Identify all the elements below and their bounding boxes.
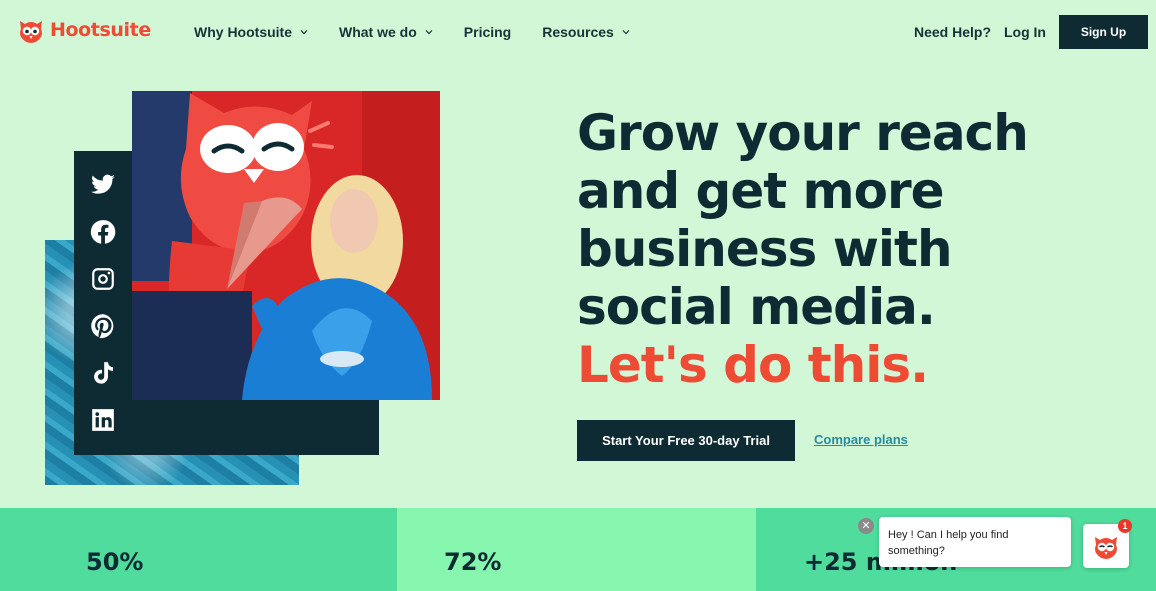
headline-line: social media.: [577, 278, 936, 336]
chat-message: Hey ! Can I help you find something?: [888, 529, 1009, 557]
main-menu: Why Hootsuite What we do Pricing Resourc…: [194, 24, 630, 40]
account-links: Need Help? Log In: [914, 24, 1046, 40]
owl-logo-icon: [20, 21, 42, 43]
menu-pricing[interactable]: Pricing: [464, 24, 511, 40]
pinterest-icon: [91, 314, 114, 339]
menu-why-hootsuite[interactable]: Why Hootsuite: [194, 24, 308, 40]
hero-illustration: [132, 91, 440, 400]
instagram-icon: [92, 268, 114, 290]
chat-close-icon[interactable]: ✕: [858, 518, 874, 534]
linkedin-icon: [92, 409, 114, 431]
chevron-down-icon: [425, 30, 433, 35]
menu-label: Pricing: [463, 24, 512, 40]
twitter-icon: [91, 174, 115, 194]
headline-line: and get more: [577, 162, 945, 220]
menu-label: What we do: [339, 24, 417, 40]
facebook-icon: [90, 220, 116, 244]
hootsuite-logo[interactable]: Hootsuite: [16, 15, 151, 45]
headline-line: business with: [577, 220, 953, 278]
chevron-down-icon: [622, 30, 630, 35]
menu-what-we-do[interactable]: What we do: [339, 24, 433, 40]
need-help-link[interactable]: Need Help?: [914, 24, 991, 40]
chat-message-bubble[interactable]: Hey ! Can I help you find something?: [879, 517, 1071, 567]
stat-card: 50%: [0, 508, 397, 591]
free-trial-button[interactable]: Start Your Free 30-day Trial: [577, 420, 795, 461]
sign-up-button[interactable]: Sign Up: [1059, 15, 1148, 49]
social-icons-column: [89, 172, 119, 433]
headline-accent: Let's do this.: [577, 336, 929, 394]
logo-text: Hootsuite: [50, 19, 151, 41]
tiktok-icon: [94, 362, 113, 384]
login-link[interactable]: Log In: [1004, 24, 1046, 40]
stat-value: 72%: [444, 548, 502, 576]
menu-label: Resources: [542, 24, 614, 40]
owl-chat-icon: [1095, 537, 1117, 559]
chevron-down-icon: [300, 30, 308, 35]
compare-plans-link[interactable]: Compare plans: [814, 432, 908, 447]
stat-value: 50%: [86, 548, 144, 576]
stat-card: 72%: [397, 508, 756, 591]
menu-label: Why Hootsuite: [194, 24, 292, 40]
hero-headline: Grow your reach and get more business wi…: [577, 104, 1137, 394]
menu-resources[interactable]: Resources: [542, 24, 630, 40]
top-navigation: Hootsuite Why Hootsuite What we do Prici…: [0, 0, 1156, 64]
notification-badge: 1: [1118, 519, 1132, 533]
headline-line: Grow your reach: [577, 104, 1029, 162]
hero-photo: [132, 91, 440, 400]
